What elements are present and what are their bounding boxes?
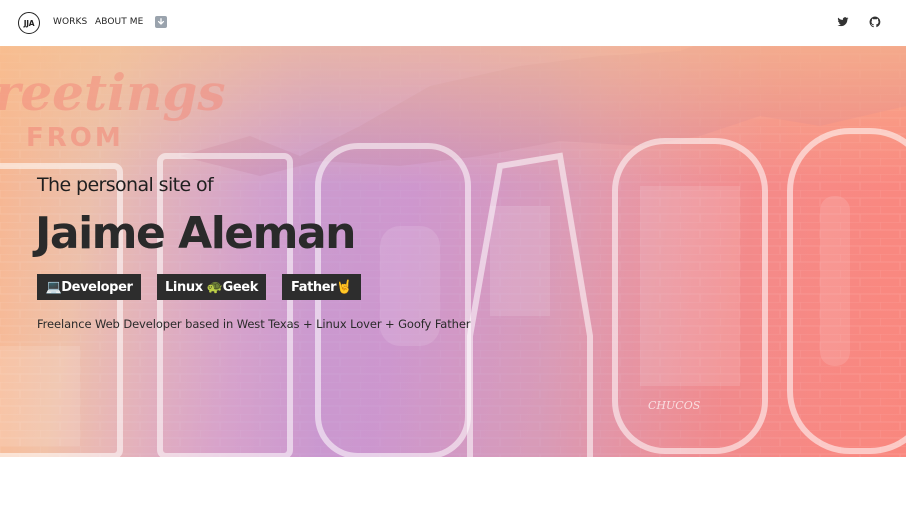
mural-greetings-text: reetings [0, 63, 226, 122]
site-logo[interactable]: JJA [18, 12, 40, 34]
hero-title: Jaime Aleman [35, 208, 357, 259]
twitter-icon[interactable] [837, 16, 849, 28]
hero-banner: reetings FROM CHUCOS The personal site o… [0, 46, 906, 457]
mural-sign-text: CHUCOS [648, 399, 701, 412]
mural-from-text: FROM [26, 123, 124, 153]
download-arrow-icon[interactable] [155, 16, 167, 28]
tag-developer: 💻Developer [37, 274, 141, 300]
hero-tagline: Freelance Web Developer based in West Te… [37, 317, 471, 331]
tag-father: Father🤘 [282, 274, 361, 300]
tag-linux-geek: Linux 🐢Geek [157, 274, 266, 300]
github-icon[interactable] [869, 16, 881, 28]
nav-link-about-me[interactable]: ABOUT ME [95, 17, 143, 27]
top-navbar: JJA WORKS ABOUT ME [0, 0, 906, 46]
nav-link-works[interactable]: WORKS [53, 17, 87, 27]
hero-subtitle: The personal site of [37, 174, 214, 196]
